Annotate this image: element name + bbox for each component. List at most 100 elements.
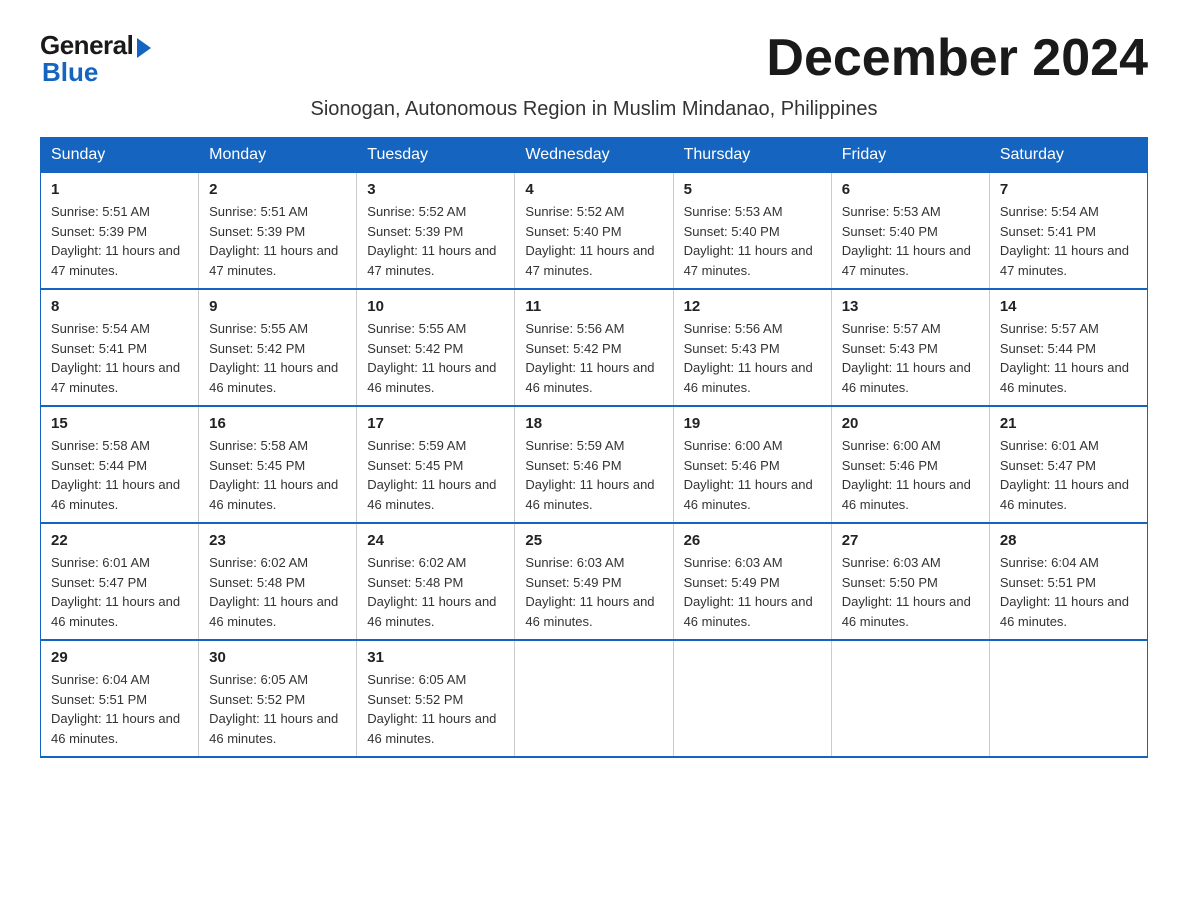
day-info: Sunrise: 5:59 AMSunset: 5:45 PMDaylight:… <box>367 438 496 512</box>
logo-blue-text: Blue <box>42 57 98 88</box>
header-sunday: Sunday <box>41 138 199 173</box>
day-cell: 13 Sunrise: 5:57 AMSunset: 5:43 PMDaylig… <box>831 289 989 406</box>
day-info: Sunrise: 5:57 AMSunset: 5:43 PMDaylight:… <box>842 321 971 395</box>
day-cell: 17 Sunrise: 5:59 AMSunset: 5:45 PMDaylig… <box>357 406 515 523</box>
day-info: Sunrise: 6:03 AMSunset: 5:49 PMDaylight:… <box>525 555 654 629</box>
day-info: Sunrise: 6:01 AMSunset: 5:47 PMDaylight:… <box>1000 438 1129 512</box>
day-cell: 29 Sunrise: 6:04 AMSunset: 5:51 PMDaylig… <box>41 640 199 757</box>
day-number: 11 <box>525 298 662 315</box>
day-number: 13 <box>842 298 979 315</box>
week-row-2: 8 Sunrise: 5:54 AMSunset: 5:41 PMDayligh… <box>41 289 1148 406</box>
page-title: December 2024 <box>766 30 1148 87</box>
day-cell <box>831 640 989 757</box>
day-cell: 31 Sunrise: 6:05 AMSunset: 5:52 PMDaylig… <box>357 640 515 757</box>
day-cell: 2 Sunrise: 5:51 AMSunset: 5:39 PMDayligh… <box>199 173 357 290</box>
day-number: 30 <box>209 649 346 666</box>
day-number: 9 <box>209 298 346 315</box>
day-info: Sunrise: 5:56 AMSunset: 5:43 PMDaylight:… <box>684 321 813 395</box>
day-number: 1 <box>51 181 188 198</box>
calendar-header-row: SundayMondayTuesdayWednesdayThursdayFrid… <box>41 138 1148 173</box>
day-info: Sunrise: 6:01 AMSunset: 5:47 PMDaylight:… <box>51 555 180 629</box>
day-info: Sunrise: 5:58 AMSunset: 5:44 PMDaylight:… <box>51 438 180 512</box>
subtitle: Sionogan, Autonomous Region in Muslim Mi… <box>40 98 1148 121</box>
logo-arrow-icon <box>137 38 151 58</box>
day-cell: 8 Sunrise: 5:54 AMSunset: 5:41 PMDayligh… <box>41 289 199 406</box>
day-cell: 21 Sunrise: 6:01 AMSunset: 5:47 PMDaylig… <box>989 406 1147 523</box>
header-saturday: Saturday <box>989 138 1147 173</box>
day-number: 24 <box>367 532 504 549</box>
day-number: 17 <box>367 415 504 432</box>
day-info: Sunrise: 5:58 AMSunset: 5:45 PMDaylight:… <box>209 438 338 512</box>
header-tuesday: Tuesday <box>357 138 515 173</box>
day-info: Sunrise: 5:55 AMSunset: 5:42 PMDaylight:… <box>367 321 496 395</box>
day-info: Sunrise: 6:04 AMSunset: 5:51 PMDaylight:… <box>51 672 180 746</box>
day-info: Sunrise: 5:56 AMSunset: 5:42 PMDaylight:… <box>525 321 654 395</box>
day-cell: 26 Sunrise: 6:03 AMSunset: 5:49 PMDaylig… <box>673 523 831 640</box>
page-header: General Blue December 2024 <box>40 30 1148 88</box>
day-cell: 23 Sunrise: 6:02 AMSunset: 5:48 PMDaylig… <box>199 523 357 640</box>
header-thursday: Thursday <box>673 138 831 173</box>
day-number: 25 <box>525 532 662 549</box>
day-cell: 20 Sunrise: 6:00 AMSunset: 5:46 PMDaylig… <box>831 406 989 523</box>
header-friday: Friday <box>831 138 989 173</box>
week-row-1: 1 Sunrise: 5:51 AMSunset: 5:39 PMDayligh… <box>41 173 1148 290</box>
day-number: 21 <box>1000 415 1137 432</box>
day-number: 27 <box>842 532 979 549</box>
day-cell: 27 Sunrise: 6:03 AMSunset: 5:50 PMDaylig… <box>831 523 989 640</box>
day-info: Sunrise: 5:57 AMSunset: 5:44 PMDaylight:… <box>1000 321 1129 395</box>
day-cell <box>515 640 673 757</box>
day-info: Sunrise: 6:03 AMSunset: 5:49 PMDaylight:… <box>684 555 813 629</box>
day-number: 6 <box>842 181 979 198</box>
day-info: Sunrise: 6:05 AMSunset: 5:52 PMDaylight:… <box>209 672 338 746</box>
day-number: 23 <box>209 532 346 549</box>
day-number: 18 <box>525 415 662 432</box>
day-cell: 3 Sunrise: 5:52 AMSunset: 5:39 PMDayligh… <box>357 173 515 290</box>
day-info: Sunrise: 6:02 AMSunset: 5:48 PMDaylight:… <box>209 555 338 629</box>
day-info: Sunrise: 5:51 AMSunset: 5:39 PMDaylight:… <box>51 204 180 278</box>
week-row-4: 22 Sunrise: 6:01 AMSunset: 5:47 PMDaylig… <box>41 523 1148 640</box>
day-number: 15 <box>51 415 188 432</box>
day-cell: 6 Sunrise: 5:53 AMSunset: 5:40 PMDayligh… <box>831 173 989 290</box>
day-number: 16 <box>209 415 346 432</box>
week-row-3: 15 Sunrise: 5:58 AMSunset: 5:44 PMDaylig… <box>41 406 1148 523</box>
day-info: Sunrise: 5:52 AMSunset: 5:40 PMDaylight:… <box>525 204 654 278</box>
day-cell: 11 Sunrise: 5:56 AMSunset: 5:42 PMDaylig… <box>515 289 673 406</box>
day-cell <box>673 640 831 757</box>
day-cell: 24 Sunrise: 6:02 AMSunset: 5:48 PMDaylig… <box>357 523 515 640</box>
day-number: 26 <box>684 532 821 549</box>
day-number: 7 <box>1000 181 1137 198</box>
day-number: 31 <box>367 649 504 666</box>
day-number: 4 <box>525 181 662 198</box>
day-cell: 18 Sunrise: 5:59 AMSunset: 5:46 PMDaylig… <box>515 406 673 523</box>
day-cell: 5 Sunrise: 5:53 AMSunset: 5:40 PMDayligh… <box>673 173 831 290</box>
day-info: Sunrise: 5:54 AMSunset: 5:41 PMDaylight:… <box>1000 204 1129 278</box>
day-cell: 1 Sunrise: 5:51 AMSunset: 5:39 PMDayligh… <box>41 173 199 290</box>
day-number: 28 <box>1000 532 1137 549</box>
day-number: 12 <box>684 298 821 315</box>
day-info: Sunrise: 5:51 AMSunset: 5:39 PMDaylight:… <box>209 204 338 278</box>
day-cell: 12 Sunrise: 5:56 AMSunset: 5:43 PMDaylig… <box>673 289 831 406</box>
day-info: Sunrise: 5:54 AMSunset: 5:41 PMDaylight:… <box>51 321 180 395</box>
calendar-table: SundayMondayTuesdayWednesdayThursdayFrid… <box>40 137 1148 758</box>
day-info: Sunrise: 6:04 AMSunset: 5:51 PMDaylight:… <box>1000 555 1129 629</box>
logo: General Blue <box>40 30 151 88</box>
day-cell: 19 Sunrise: 6:00 AMSunset: 5:46 PMDaylig… <box>673 406 831 523</box>
day-cell: 30 Sunrise: 6:05 AMSunset: 5:52 PMDaylig… <box>199 640 357 757</box>
day-info: Sunrise: 6:02 AMSunset: 5:48 PMDaylight:… <box>367 555 496 629</box>
day-number: 8 <box>51 298 188 315</box>
day-number: 2 <box>209 181 346 198</box>
day-number: 20 <box>842 415 979 432</box>
day-cell: 7 Sunrise: 5:54 AMSunset: 5:41 PMDayligh… <box>989 173 1147 290</box>
day-info: Sunrise: 6:00 AMSunset: 5:46 PMDaylight:… <box>842 438 971 512</box>
day-info: Sunrise: 5:53 AMSunset: 5:40 PMDaylight:… <box>684 204 813 278</box>
header-monday: Monday <box>199 138 357 173</box>
day-info: Sunrise: 6:05 AMSunset: 5:52 PMDaylight:… <box>367 672 496 746</box>
day-info: Sunrise: 5:52 AMSunset: 5:39 PMDaylight:… <box>367 204 496 278</box>
day-cell: 25 Sunrise: 6:03 AMSunset: 5:49 PMDaylig… <box>515 523 673 640</box>
day-cell: 10 Sunrise: 5:55 AMSunset: 5:42 PMDaylig… <box>357 289 515 406</box>
day-cell: 14 Sunrise: 5:57 AMSunset: 5:44 PMDaylig… <box>989 289 1147 406</box>
day-cell <box>989 640 1147 757</box>
day-info: Sunrise: 5:55 AMSunset: 5:42 PMDaylight:… <box>209 321 338 395</box>
day-number: 3 <box>367 181 504 198</box>
day-cell: 4 Sunrise: 5:52 AMSunset: 5:40 PMDayligh… <box>515 173 673 290</box>
